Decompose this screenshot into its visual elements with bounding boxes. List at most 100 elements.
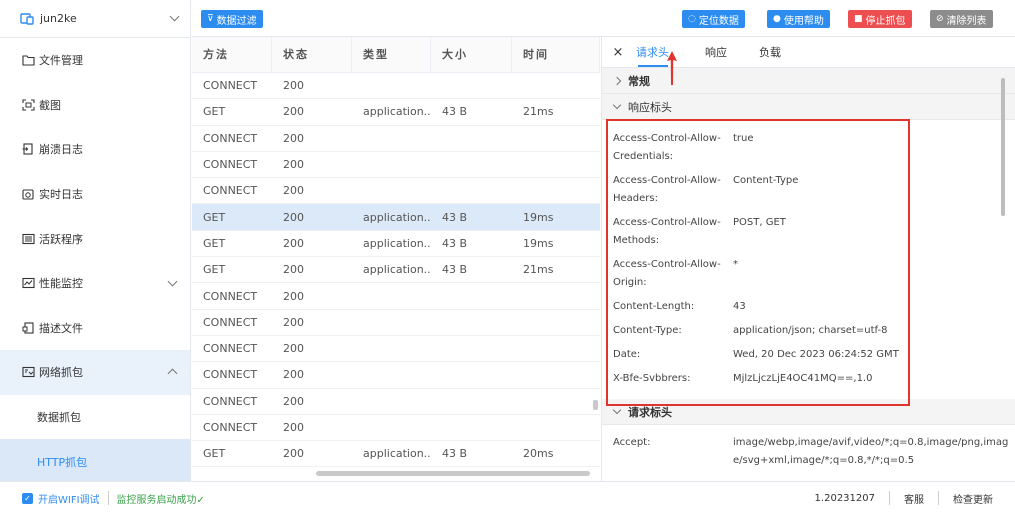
- table-body: CONNECT 200 GET 200 application... 43 B 21ms CO…: [192, 73, 600, 468]
- menu-item-label: 数据抓包: [37, 411, 81, 425]
- request-header-list: Accept: image/webp,image/avif,video/*;q=0…: [602, 425, 1015, 470]
- table-cell: 200: [283, 421, 304, 434]
- table-cell: 19ms: [523, 236, 554, 250]
- support-link[interactable]: 客服: [904, 491, 924, 506]
- table-row[interactable]: CONNECT 200: [192, 389, 600, 415]
- table-cell: CONNECT: [203, 421, 258, 434]
- table-cell: GET: [203, 105, 226, 119]
- table-row[interactable]: GET 200 application... 43 B 21ms: [192, 257, 600, 284]
- device-selector[interactable]: jun2ke: [0, 0, 190, 38]
- menu-item-file-manager[interactable]: 文件管理: [0, 38, 190, 83]
- menu-item-data-capture[interactable]: 数据抓包: [0, 395, 190, 440]
- menu-item-performance[interactable]: 性能监控: [0, 261, 190, 306]
- help-button-label: 使用帮助: [783, 15, 824, 27]
- table-cell: 43 B: [442, 105, 468, 119]
- statusbar-right: 1.20231207 客服 检查更新: [815, 491, 993, 506]
- chevron-down-icon: [167, 276, 178, 287]
- table-row[interactable]: CONNECT 200: [192, 152, 600, 179]
- section-general-title: 常规: [628, 74, 650, 88]
- chevron-right-icon: [612, 76, 622, 85]
- locate-button-label: 定位数据: [698, 15, 739, 27]
- section-general[interactable]: 常规: [602, 68, 1015, 94]
- table-cell: 200: [283, 158, 304, 172]
- section-response-headers[interactable]: 响应标头: [602, 94, 1015, 120]
- table-row[interactable]: CONNECT 200: [192, 283, 600, 310]
- app-list-icon: [21, 232, 35, 245]
- table-row[interactable]: CONNECT 200: [192, 415, 600, 442]
- wifi-debug-checkbox[interactable]: ✓: [22, 492, 33, 504]
- tab-payload[interactable]: 负载: [757, 44, 783, 60]
- menu-item-crash-log[interactable]: 崩溃日志: [0, 127, 190, 172]
- clear-icon: ⊘: [936, 14, 944, 24]
- table-cell: CONNECT: [203, 394, 258, 408]
- table-vertical-scrollbar[interactable]: [593, 400, 598, 410]
- header-key: Accept:: [613, 437, 651, 448]
- close-icon[interactable]: ×: [606, 45, 630, 60]
- column-header-type[interactable]: 类型: [352, 37, 431, 73]
- detail-vertical-scrollbar[interactable]: [1001, 78, 1005, 216]
- filter-button[interactable]: ⊽ 数据过滤: [201, 10, 263, 28]
- column-header-method[interactable]: 方法: [192, 37, 272, 73]
- table-row[interactable]: CONNECT 200: [192, 310, 600, 336]
- table-header: 方法 状态 类型 大小 时间: [192, 37, 600, 73]
- table-cell: 200: [283, 210, 304, 224]
- detail-pane: × 请求头 响应 负载 常规 响应标头 Access-Control-Allow…: [601, 37, 1015, 481]
- table-cell: GET: [203, 210, 226, 224]
- request-table: 方法 状态 类型 大小 时间 CONNECT 200 GET 200 applicati…: [192, 37, 600, 481]
- table-row[interactable]: GET 200 application... 43 B 21ms: [192, 99, 600, 126]
- table-row[interactable]: CONNECT 200: [192, 73, 600, 100]
- chevron-down-icon[interactable]: [169, 11, 180, 22]
- table-cell: 200: [283, 105, 304, 119]
- clear-list-button[interactable]: ⊘ 清除列表: [930, 10, 993, 28]
- clear-button-label: 清除列表: [946, 15, 987, 27]
- realtime-log-icon: [21, 188, 35, 201]
- toolbar: ⊽ 数据过滤 ◌ 定位数据 ● 使用帮助 ■ 停止抓包 ⊘ 清除列表: [192, 0, 1015, 37]
- table-cell: application...: [363, 263, 431, 277]
- table-row[interactable]: GET 200 application... 43 B 19ms: [192, 231, 600, 258]
- menu-item-realtime-log[interactable]: 实时日志: [0, 172, 190, 217]
- column-header-time[interactable]: 时间: [512, 37, 600, 73]
- table-row[interactable]: CONNECT 200: [192, 126, 600, 152]
- table-cell: application...: [363, 105, 431, 119]
- menu-item-network-capture[interactable]: 网络抓包: [0, 350, 190, 395]
- menu-item-http-capture[interactable]: HTTP抓包: [0, 439, 190, 484]
- menu-item-label: 性能监控: [39, 277, 83, 291]
- status-bar: ✓ 开启WIFI调试 监控服务启动成功✓ 1.20231207 客服 检查更新: [0, 481, 1015, 514]
- tab-response[interactable]: 响应: [703, 44, 729, 60]
- column-header-size[interactable]: 大小: [431, 37, 512, 73]
- table-row[interactable]: CONNECT 200: [192, 336, 600, 363]
- locate-button[interactable]: ◌ 定位数据: [682, 10, 745, 28]
- table-cell: 200: [283, 289, 304, 303]
- profile-icon: [21, 321, 35, 334]
- table-cell: 43 B: [442, 263, 468, 277]
- table-cell: CONNECT: [203, 131, 258, 145]
- table-cell: CONNECT: [203, 315, 258, 329]
- table-horizontal-scrollbar[interactable]: [316, 471, 590, 476]
- table-cell: 200: [283, 315, 304, 329]
- divider: [938, 491, 939, 505]
- stop-icon: ■: [854, 14, 863, 24]
- stop-capture-button[interactable]: ■ 停止抓包: [848, 10, 912, 28]
- table-cell: 200: [283, 79, 304, 93]
- table-row[interactable]: CONNECT 200: [192, 178, 600, 205]
- menu-item-screenshot[interactable]: 截图: [0, 83, 190, 128]
- table-cell: application...: [363, 210, 431, 224]
- active-tab-indicator: [638, 65, 668, 67]
- table-row[interactable]: GET 200 application... 43 B 20ms: [192, 441, 600, 468]
- folder-icon: [21, 54, 35, 67]
- section-response-title: 响应标头: [628, 100, 672, 114]
- menu-item-active-apps[interactable]: 活跃程序: [0, 216, 190, 261]
- check-update-link[interactable]: 检查更新: [953, 491, 993, 506]
- wifi-debug-label[interactable]: 开启WIFI调试: [38, 491, 100, 506]
- table-cell: application...: [363, 236, 431, 250]
- sidebar: jun2ke 文件管理 截图 崩溃日志 实时日志 活跃程序 性能监控 描述文件 …: [0, 0, 191, 484]
- table-row[interactable]: CONNECT 200: [192, 362, 600, 389]
- version-label: 1.20231207: [814, 492, 875, 504]
- help-button[interactable]: ● 使用帮助: [767, 10, 830, 28]
- menu-item-profile-file[interactable]: 描述文件: [0, 306, 190, 351]
- table-cell: CONNECT: [203, 184, 258, 198]
- table-row[interactable]: GET 200 application... 43 B 19ms: [192, 204, 600, 231]
- column-header-status[interactable]: 状态: [272, 37, 352, 73]
- table-cell: CONNECT: [203, 158, 258, 172]
- divider: [107, 491, 109, 505]
